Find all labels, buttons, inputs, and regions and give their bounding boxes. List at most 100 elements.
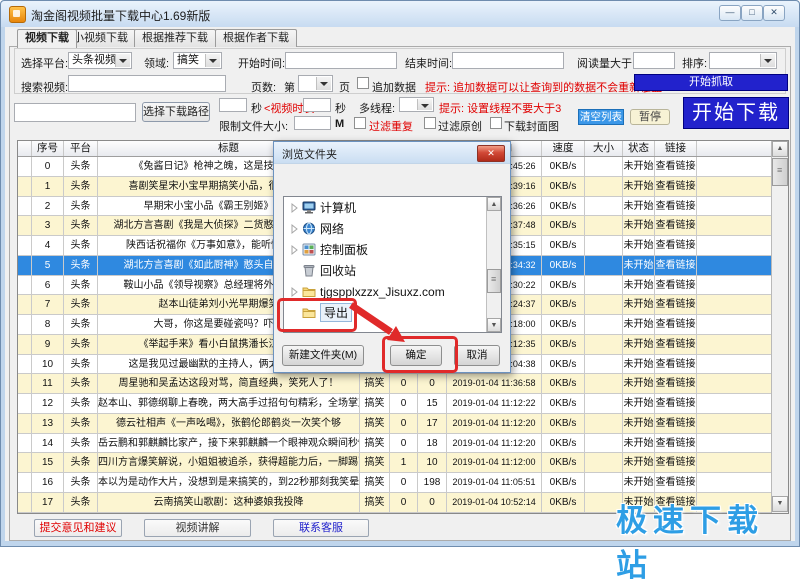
- table-row[interactable]: 12头条赵本山、郭德纲聊上春晚，两大高手过招句句精彩，全场掌声不断搞笑01520…: [18, 394, 788, 414]
- view-link-cell[interactable]: 查看链接: [655, 394, 697, 413]
- column-header-8[interactable]: 速度: [542, 141, 585, 156]
- scroll-up-icon[interactable]: ▲: [487, 197, 501, 211]
- view-link-cell[interactable]: 查看链接: [655, 236, 697, 255]
- table-cell: 周星驰和吴孟达这段对骂，简直经典，笑死人了！: [98, 374, 360, 393]
- sort-select[interactable]: [709, 52, 777, 69]
- table-row[interactable]: 16头条本以为是动作大片，没想到是来搞笑的，到22秒那刻我笑晕了搞笑019820…: [18, 473, 788, 493]
- close-button[interactable]: ✕: [763, 5, 785, 21]
- tab-by-author[interactable]: 根据作者下载: [215, 29, 297, 47]
- grab-button[interactable]: 开始抓取: [634, 74, 788, 91]
- tab-by-recommend[interactable]: 根据推荐下载: [134, 29, 216, 47]
- table-cell: 2019-01-04 11:12:00: [447, 453, 542, 472]
- maximize-button[interactable]: □: [741, 5, 763, 21]
- read-count-input[interactable]: [633, 52, 675, 69]
- platform-select[interactable]: 头条视频: [68, 52, 132, 69]
- view-link-cell[interactable]: 查看链接: [655, 177, 697, 196]
- view-link-cell[interactable]: 查看链接: [655, 197, 697, 216]
- filesize-label: 限制文件大小:: [219, 118, 288, 134]
- view-link-cell[interactable]: 查看链接: [655, 315, 697, 334]
- view-link-cell[interactable]: 查看链接: [655, 157, 697, 176]
- annotation-arrow-icon: [345, 300, 415, 350]
- tab-video-download[interactable]: 视频下载: [17, 29, 77, 48]
- table-row[interactable]: 14头条岳云鹏和郭麒麟比家产，接下来郭麒麟一个眼神观众瞬间秒懂！搞笑018201…: [18, 434, 788, 454]
- column-header-11[interactable]: 链接: [655, 141, 697, 156]
- filesize-input[interactable]: [294, 116, 331, 130]
- page-select[interactable]: [298, 75, 333, 92]
- column-header-10[interactable]: 状态: [623, 141, 655, 156]
- tree-item-network[interactable]: 网络: [284, 218, 501, 239]
- control-panel-icon: [302, 243, 316, 256]
- table-cell: 未开始: [623, 434, 655, 453]
- filter-duplicate-checkbox[interactable]: [354, 117, 366, 129]
- scroll-down-icon[interactable]: ▼: [487, 318, 501, 332]
- minimize-button[interactable]: —: [719, 5, 741, 21]
- clear-list-button[interactable]: 清空列表: [578, 109, 624, 125]
- dialog-close-button[interactable]: ✕: [477, 145, 505, 162]
- tree-scrollbar[interactable]: ▲ ▼: [486, 197, 501, 332]
- search-input[interactable]: [68, 75, 226, 92]
- scrollbar-thumb[interactable]: [772, 158, 788, 186]
- expand-arrow-icon[interactable]: [288, 223, 300, 235]
- start-time-input[interactable]: [285, 52, 397, 69]
- scrollbar-thumb[interactable]: [487, 269, 501, 293]
- tree-item-computer[interactable]: 计算机: [284, 197, 501, 218]
- pause-button[interactable]: 暂停: [630, 109, 670, 125]
- table-cell: [585, 453, 623, 472]
- download-cover-checkbox[interactable]: [490, 117, 502, 129]
- video-tutorial-button[interactable]: 视频讲解: [144, 519, 251, 537]
- duration-min-input[interactable]: [219, 98, 247, 112]
- column-header-9[interactable]: 大小: [585, 141, 623, 156]
- view-link-cell[interactable]: 查看链接: [655, 473, 697, 492]
- site-watermark: 极速下载站: [616, 495, 799, 585]
- choose-path-button[interactable]: 选择下载路径: [142, 102, 210, 122]
- expand-arrow-icon[interactable]: [288, 286, 300, 298]
- table-cell: 0: [390, 414, 418, 433]
- contact-support-button[interactable]: 联系客服: [273, 519, 369, 537]
- duration-max-input[interactable]: [303, 98, 331, 112]
- view-link-cell[interactable]: 查看链接: [655, 295, 697, 314]
- start-download-button[interactable]: 开始下载: [683, 97, 789, 129]
- append-data-checkbox[interactable]: [357, 77, 369, 89]
- view-link-cell[interactable]: 查看链接: [655, 453, 697, 472]
- view-link-cell[interactable]: 查看链接: [655, 216, 697, 235]
- table-cell: 未开始: [623, 197, 655, 216]
- category-select[interactable]: 搞笑: [173, 52, 222, 69]
- view-link-cell[interactable]: 查看链接: [655, 335, 697, 354]
- table-cell: [585, 473, 623, 492]
- cancel-button[interactable]: 取消: [454, 345, 500, 366]
- tree-item-control-panel[interactable]: 控制面板: [284, 239, 501, 260]
- view-link-cell[interactable]: 查看链接: [655, 276, 697, 295]
- column-header-1[interactable]: 序号: [32, 141, 64, 156]
- table-row[interactable]: 13头条德云社相声《一声吆喝》，张鹤伦郎鹤炎一次笑个够搞笑0172019-01-…: [18, 414, 788, 434]
- scroll-up-icon[interactable]: ▲: [772, 141, 788, 157]
- table-cell: [18, 177, 32, 196]
- table-cell: 0KB/s: [542, 295, 585, 314]
- view-link-cell[interactable]: 查看链接: [655, 355, 697, 374]
- table-cell: 18: [418, 434, 447, 453]
- view-link-cell[interactable]: 查看链接: [655, 414, 697, 433]
- column-header-0[interactable]: [18, 141, 32, 156]
- expand-arrow-icon[interactable]: [288, 202, 300, 214]
- table-cell: [585, 374, 623, 393]
- table-row[interactable]: 15头条四川方言爆笑解说，小姐姐被追杀，获得超能力后，一脚踢飞魔鬼！搞笑1102…: [18, 453, 788, 473]
- chevron-down-icon: [115, 54, 130, 67]
- view-link-cell[interactable]: 查看链接: [655, 434, 697, 453]
- table-cell: [18, 295, 32, 314]
- expand-arrow-icon[interactable]: [288, 244, 300, 256]
- seconds-label-2: 秒: [335, 100, 346, 116]
- read-count-label: 阅读量大于:: [577, 55, 635, 71]
- view-link-cell[interactable]: 查看链接: [655, 256, 697, 275]
- download-path-input[interactable]: [14, 103, 136, 122]
- table-row[interactable]: 11头条周星驰和吴孟达这段对骂，简直经典，笑死人了！搞笑002019-01-04…: [18, 374, 788, 394]
- column-header-2[interactable]: 平台: [64, 141, 98, 156]
- tree-item-recycle-bin[interactable]: 回收站: [284, 260, 501, 281]
- end-time-input[interactable]: [452, 52, 564, 69]
- filter-original-checkbox[interactable]: [424, 117, 436, 129]
- thread-select[interactable]: [399, 97, 434, 112]
- table-scrollbar[interactable]: ▲ ▼: [771, 141, 788, 513]
- table-cell: 0KB/s: [542, 177, 585, 196]
- view-link-cell[interactable]: 查看链接: [655, 374, 697, 393]
- tree-item-label: 计算机: [320, 199, 356, 216]
- feedback-button[interactable]: 提交意见和建议: [34, 519, 122, 537]
- table-cell: 未开始: [623, 295, 655, 314]
